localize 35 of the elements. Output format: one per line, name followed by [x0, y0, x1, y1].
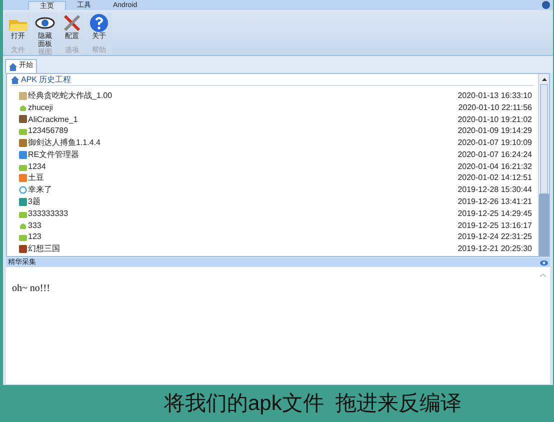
scroll-up-icon[interactable]: [542, 78, 546, 80]
project-time: 2020-01-02 14:12:51: [458, 172, 533, 184]
project-name[interactable]: 1234: [28, 160, 458, 173]
project-name[interactable]: 幻想三国: [28, 243, 458, 256]
project-name[interactable]: 123: [28, 231, 458, 244]
project-time: 2020-01-10 19:21:02: [458, 114, 533, 126]
eye-icon[interactable]: [540, 260, 548, 266]
scrollbar[interactable]: [538, 74, 549, 256]
project-time: 2019-12-25 14:29:45: [458, 208, 533, 220]
project-name[interactable]: 土豆: [28, 172, 458, 184]
list-title: APK 历史工程: [21, 76, 72, 84]
tools-icon: [62, 13, 82, 33]
project-name[interactable]: 幸来了: [28, 184, 458, 196]
project-name[interactable]: AliCrackme_1: [28, 114, 458, 126]
project-name[interactable]: 123456789: [28, 125, 458, 138]
project-name[interactable]: 3题: [28, 196, 458, 208]
project-name[interactable]: 御剑达人搏鱼1.1.4.4: [28, 137, 458, 150]
project-name[interactable]: zhuceji: [28, 102, 458, 114]
project-name[interactable]: 经典贪吃蛇大作战_1.00: [28, 90, 458, 102]
output-text: oh~ no!!!: [12, 283, 50, 294]
subtitle: 将我们的apk文件 拖进来反编译: [164, 393, 462, 414]
project-name[interactable]: RE文件管理器: [28, 148, 458, 161]
project-time: 2019-12-24 22:31:25: [458, 231, 533, 244]
project-time: 2020-01-07 19:10:09: [458, 137, 533, 150]
project-time: 2020-01-13 16:33:10: [458, 90, 533, 102]
project-time: 2019-12-25 13:16:17: [458, 220, 533, 232]
project-name[interactable]: 333: [28, 220, 458, 232]
project-time: 2019-12-28 15:30:44: [458, 184, 533, 196]
project-name[interactable]: 333333333: [28, 208, 458, 220]
project-time: 2019-12-21 20:25:30: [458, 243, 533, 256]
project-time: 2020-01-10 22:11:56: [458, 102, 533, 114]
project-time: 2020-01-07 16:24:24: [458, 148, 533, 161]
project-time: 2020-01-09 19:14:29: [458, 125, 533, 138]
project-time: 2019-12-26 13:41:21: [458, 196, 533, 208]
project-time: 2020-01-04 16:21:32: [458, 160, 533, 173]
